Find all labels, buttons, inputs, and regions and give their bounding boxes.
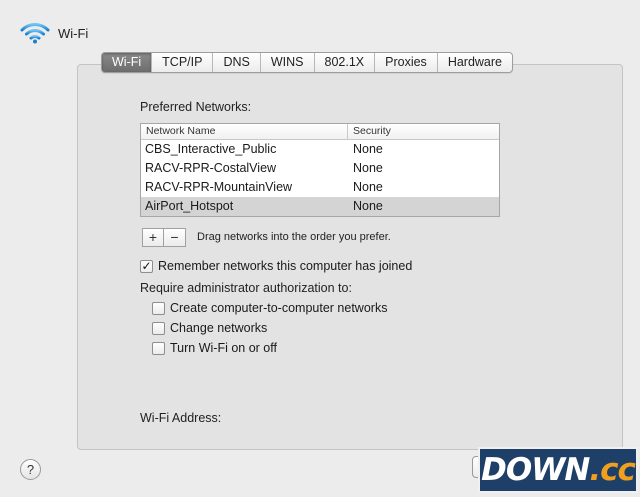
wifi-icon bbox=[20, 23, 50, 44]
window-header: Wi-Fi bbox=[20, 18, 88, 48]
add-network-button[interactable]: + bbox=[142, 228, 164, 247]
tab-hardware[interactable]: Hardware bbox=[436, 53, 512, 72]
tab-bar: Wi-Fi TCP/IP DNS WINS 802.1X Proxies Har… bbox=[101, 52, 513, 73]
network-name-cell: CBS_Interactive_Public bbox=[145, 142, 277, 156]
security-cell: None bbox=[353, 180, 383, 194]
change-networks-option[interactable]: Change networks bbox=[152, 321, 267, 335]
remove-network-button[interactable]: − bbox=[164, 228, 186, 247]
tab-8021x[interactable]: 802.1X bbox=[313, 53, 375, 72]
require-admin-label: Require administrator authorization to: bbox=[140, 281, 352, 295]
watermark-suffix: .cc bbox=[589, 452, 636, 488]
remember-networks-option[interactable]: ✓ Remember networks this computer has jo… bbox=[140, 259, 412, 273]
window-title: Wi-Fi bbox=[58, 25, 89, 41]
remember-networks-checkbox[interactable]: ✓ bbox=[140, 259, 153, 273]
security-cell: None bbox=[353, 161, 383, 175]
security-cell: None bbox=[353, 142, 383, 156]
remember-networks-label: Remember networks this computer has join… bbox=[158, 259, 413, 273]
network-name-cell: RACV-RPR-MountainView bbox=[145, 180, 293, 194]
add-remove-controls: + − bbox=[142, 228, 186, 247]
tab-tcpip[interactable]: TCP/IP bbox=[151, 53, 212, 72]
table-header: Network Name Security bbox=[141, 124, 499, 140]
table-row-selected[interactable]: AirPort_Hotspot None bbox=[141, 197, 499, 216]
toggle-wifi-label: Turn Wi-Fi on or off bbox=[170, 341, 277, 355]
tab-wifi[interactable]: Wi-Fi bbox=[102, 53, 152, 72]
wifi-address-label: Wi-Fi Address: bbox=[140, 411, 222, 425]
table-row[interactable]: RACV-RPR-MountainView None bbox=[141, 178, 499, 197]
create-networks-label: Create computer-to-computer networks bbox=[170, 301, 388, 315]
column-network-name[interactable]: Network Name bbox=[141, 124, 348, 139]
tab-dns[interactable]: DNS bbox=[212, 53, 259, 72]
toggle-wifi-option[interactable]: Turn Wi-Fi on or off bbox=[152, 341, 277, 355]
table-row[interactable]: CBS_Interactive_Public None bbox=[141, 140, 499, 159]
help-button[interactable]: ? bbox=[20, 459, 41, 480]
table-row[interactable]: RACV-RPR-CostalView None bbox=[141, 159, 499, 178]
column-security[interactable]: Security bbox=[348, 124, 391, 139]
tab-wins[interactable]: WINS bbox=[259, 53, 314, 72]
create-networks-option[interactable]: Create computer-to-computer networks bbox=[152, 301, 387, 315]
preferred-networks-table[interactable]: Network Name Security CBS_Interactive_Pu… bbox=[140, 123, 500, 217]
watermark-text: DOWN bbox=[481, 452, 590, 488]
preferred-networks-label: Preferred Networks: bbox=[140, 100, 252, 114]
change-networks-label: Change networks bbox=[170, 321, 268, 335]
security-cell: None bbox=[353, 199, 383, 213]
network-name-cell: AirPort_Hotspot bbox=[145, 199, 234, 213]
drag-hint-text: Drag networks into the order you prefer. bbox=[197, 231, 391, 243]
watermark-logo: DOWN .cc bbox=[478, 447, 638, 493]
settings-panel bbox=[77, 64, 623, 450]
change-networks-checkbox[interactable] bbox=[152, 321, 165, 335]
tab-proxies[interactable]: Proxies bbox=[374, 53, 437, 72]
network-name-cell: RACV-RPR-CostalView bbox=[145, 161, 277, 175]
create-networks-checkbox[interactable] bbox=[152, 301, 165, 315]
toggle-wifi-checkbox[interactable] bbox=[152, 341, 165, 355]
